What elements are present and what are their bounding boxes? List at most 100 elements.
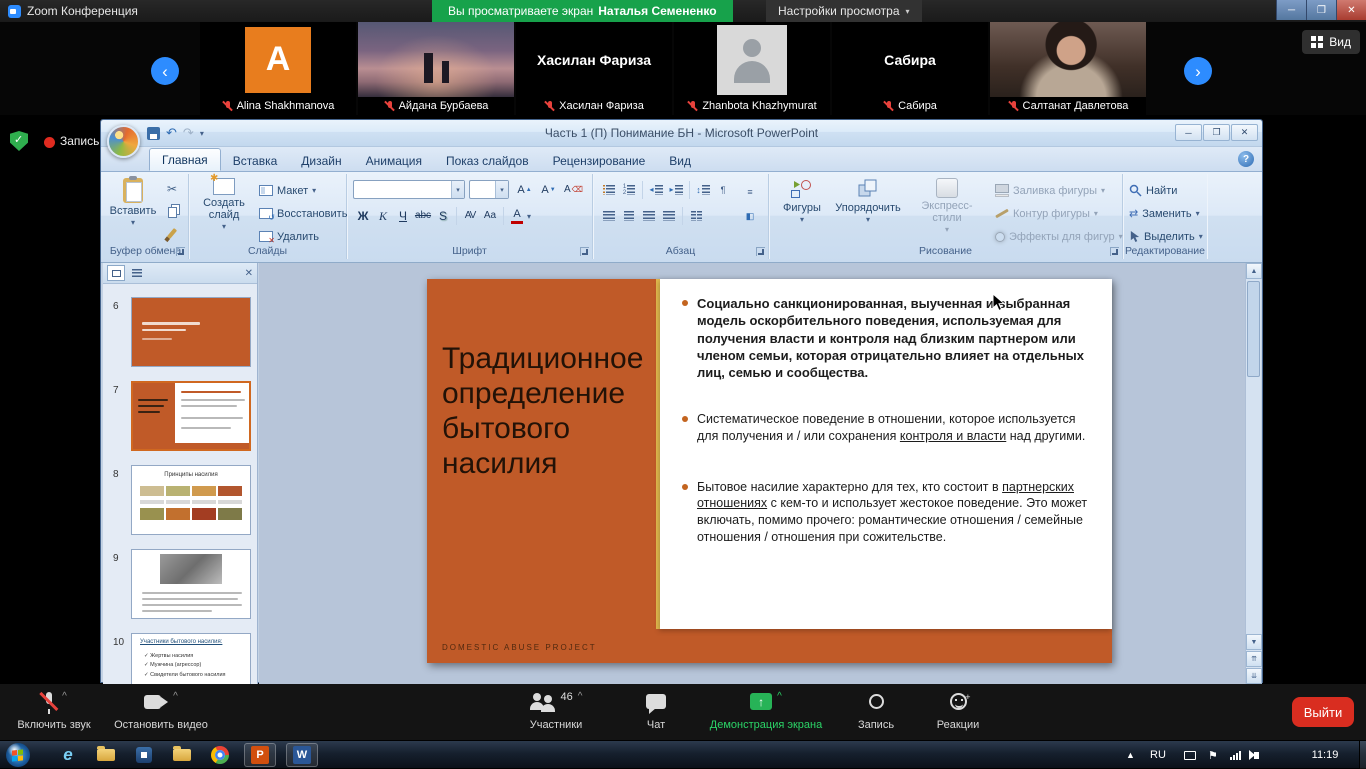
help-button[interactable]: ? (1238, 151, 1254, 167)
taskbar-icon-word[interactable]: W (286, 743, 318, 767)
previous-slide-button[interactable]: ⇈ (1246, 651, 1262, 667)
share-screen-button[interactable]: ↑^ Демонстрация экрана (694, 691, 838, 731)
slide-content-box[interactable]: Социально санкционированная, выученная и… (660, 279, 1112, 629)
scroll-up-button[interactable]: ▲ (1246, 263, 1262, 279)
taskbar-icon-powerpoint[interactable]: P (244, 743, 276, 767)
layout-button[interactable]: Макет ▾ (259, 180, 316, 201)
scroll-participants-left-button[interactable]: ‹ (151, 57, 179, 85)
tab-insert[interactable]: Вставка (221, 150, 290, 171)
copy-button[interactable] (161, 201, 183, 221)
ppt-restore-button[interactable]: ❐ (1203, 124, 1230, 141)
columns-button[interactable] (686, 206, 706, 225)
slide[interactable]: Традиционное определение бытового насили… (427, 279, 1112, 663)
grow-font-button[interactable]: А▲ (514, 180, 535, 199)
participant-tile-saltanat[interactable]: Салтанат Давлетова (990, 22, 1146, 115)
chevron-up-icon[interactable]: ^ (777, 691, 782, 702)
zoom-maximize-button[interactable]: ❐ (1306, 0, 1336, 20)
chevron-down-icon[interactable]: ▾ (527, 212, 531, 221)
slide-canvas[interactable]: Традиционное определение бытового насили… (259, 263, 1247, 684)
participant-tile-alina[interactable]: A Alina Shakhmanova (200, 22, 356, 115)
scrollbar-thumb[interactable] (1247, 281, 1260, 377)
paste-button[interactable]: Вставить ▾ (109, 178, 157, 228)
line-spacing-button[interactable]: ↕ (693, 180, 713, 199)
record-button[interactable]: Запись (846, 691, 906, 731)
text-direction-button[interactable]: ¶ (713, 180, 733, 199)
clock[interactable]: 11:19 (1300, 741, 1350, 769)
slide-thumbnail-6[interactable] (131, 297, 251, 367)
taskbar-icon-folder-2[interactable] (166, 743, 198, 767)
slide-bullet[interactable]: Систематическое поведение в отношении, к… (682, 411, 1094, 444)
chevron-down-icon[interactable]: ▾ (451, 181, 464, 198)
scroll-down-button[interactable]: ▼ (1246, 634, 1262, 650)
vertical-scrollbar[interactable]: ▲ ▼ ⇈ ⇊ (1245, 263, 1261, 684)
align-right-button[interactable] (639, 206, 659, 225)
italic-button[interactable]: К (373, 206, 393, 226)
ppt-close-button[interactable]: ✕ (1231, 124, 1258, 141)
ppt-titlebar[interactable]: ↶ ↷ ▾ Часть 1 (П) Понимание БН - Microso… (101, 120, 1262, 147)
quick-styles-button[interactable]: Экспресс-стили ▾ (907, 178, 987, 235)
shape-fill-button[interactable]: Заливка фигуры ▾ (995, 180, 1105, 201)
increase-indent-button[interactable]: ▸ (666, 180, 686, 199)
change-case-button[interactable]: Aa (480, 206, 500, 226)
tray-volume[interactable] (1254, 741, 1259, 769)
view-settings-dropdown[interactable]: Настройки просмотра ▾ (766, 0, 922, 22)
office-button[interactable] (107, 125, 140, 158)
participants-button[interactable]: 46 ^ Участники (508, 691, 604, 731)
shape-effects-button[interactable]: Эффекты для фигур ▾ (995, 226, 1123, 247)
next-slide-button[interactable]: ⇊ (1246, 668, 1262, 684)
slide-bullet[interactable]: Бытовое насилие характерно для тех, кто … (682, 479, 1094, 546)
slides-tab[interactable] (107, 265, 125, 281)
chevron-up-icon[interactable]: ^ (173, 691, 178, 702)
unmute-button[interactable]: ^ Включить звук (8, 691, 100, 731)
taskbar-icon-browser[interactable]: e (52, 743, 84, 767)
slide-thumbnail-8[interactable]: Принципы насилия (131, 465, 251, 535)
reset-button[interactable]: ↺ Восстановить (259, 203, 347, 224)
dialog-launcher-icon[interactable] (1110, 247, 1119, 256)
tray-network[interactable] (1230, 741, 1241, 769)
shrink-font-button[interactable]: А▼ (538, 180, 559, 199)
ppt-minimize-button[interactable]: ─ (1175, 124, 1202, 141)
slide-thumbnail-9[interactable] (131, 549, 251, 619)
new-slide-button[interactable]: ✱ Создать слайд ▾ (193, 178, 255, 232)
stop-video-button[interactable]: ^ Остановить видео (108, 691, 214, 731)
participant-tile-zhanbota[interactable]: Zhanbota Khazhymurat (674, 22, 830, 115)
align-text-button[interactable]: ≡ (740, 182, 760, 201)
format-painter-button[interactable] (161, 223, 183, 243)
chevron-down-icon[interactable]: ▾ (495, 181, 508, 198)
zoom-close-button[interactable]: ✕ (1336, 0, 1366, 20)
zoom-minimize-button[interactable]: ─ (1276, 0, 1306, 20)
dialog-launcher-icon[interactable] (580, 247, 589, 256)
text-shadow-button[interactable]: S (433, 206, 453, 226)
cut-button[interactable]: ✂ (161, 179, 183, 199)
arrange-button[interactable]: Упорядочить ▾ (833, 178, 903, 225)
bullets-button[interactable] (599, 180, 619, 199)
justify-button[interactable] (659, 206, 679, 225)
tray-display-icon[interactable] (1184, 741, 1196, 769)
taskbar-icon-app[interactable] (128, 743, 160, 767)
panel-close-icon[interactable]: ✕ (245, 268, 253, 279)
numbering-button[interactable]: 12 (619, 180, 639, 199)
chevron-up-icon[interactable]: ^ (62, 691, 67, 702)
chat-button[interactable]: Чат (626, 691, 686, 731)
shapes-button[interactable]: Фигуры ▾ (775, 178, 829, 225)
tray-action-center[interactable]: ⚑ (1208, 741, 1218, 769)
tab-view[interactable]: Вид (657, 150, 703, 171)
slide-thumbnail-7-selected[interactable] (131, 381, 251, 451)
delete-slide-button[interactable]: ✕ Удалить (259, 226, 319, 247)
participant-tile-sabira[interactable]: Сабира Сабира (832, 22, 988, 115)
start-button[interactable] (6, 743, 30, 767)
taskbar-icon-explorer[interactable] (90, 743, 122, 767)
align-left-button[interactable] (599, 206, 619, 225)
tab-animation[interactable]: Анимация (354, 150, 434, 171)
select-button[interactable]: Выделить ▾ (1129, 226, 1203, 247)
tab-review[interactable]: Рецензирование (541, 150, 658, 171)
reactions-button[interactable]: + Реакции (920, 691, 996, 731)
clear-formatting-button[interactable]: А⌫ (563, 180, 584, 199)
language-indicator[interactable]: RU (1150, 741, 1166, 769)
convert-smartart-button[interactable]: ◧ (740, 207, 760, 226)
participant-tile-khasilan[interactable]: Хасилан Фариза Хасилан Фариза (516, 22, 672, 115)
font-size-combobox[interactable]: ▾ (469, 180, 509, 199)
dialog-launcher-icon[interactable] (756, 247, 765, 256)
font-name-combobox[interactable]: ▾ (353, 180, 465, 199)
underline-button[interactable]: Ч (393, 206, 413, 226)
